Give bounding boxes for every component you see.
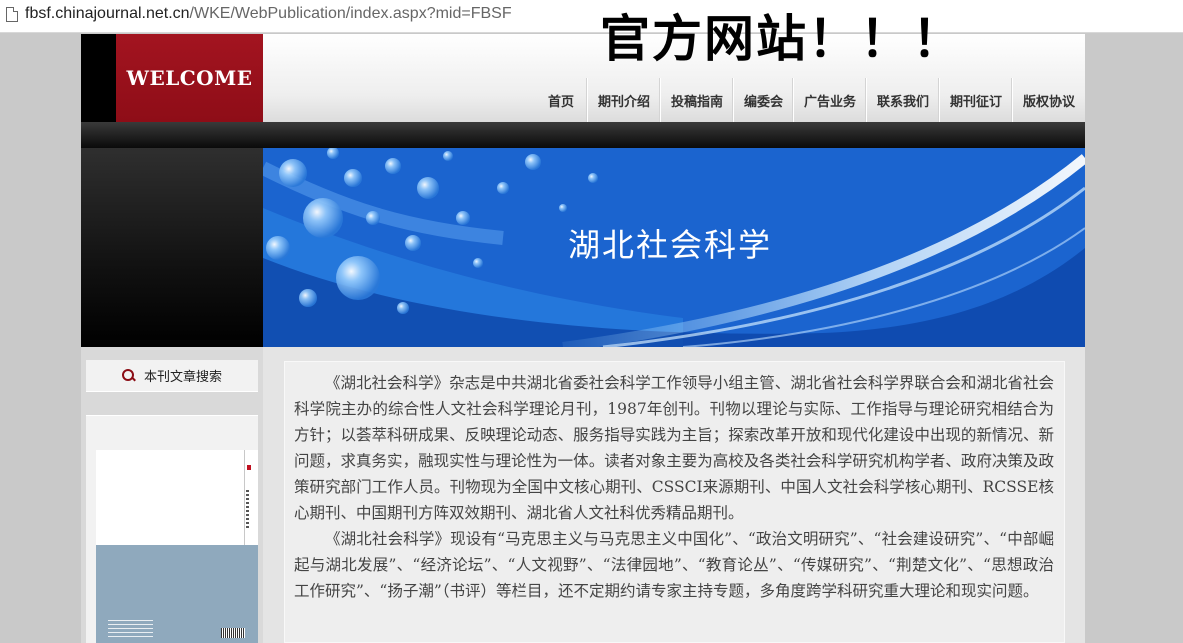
cover-vertical-text — [246, 490, 249, 530]
main-nav: 首页 期刊介绍 投稿指南 编委会 广告业务 联系我们 期刊征订 版权协议 — [535, 78, 1085, 122]
search-icon — [121, 368, 136, 383]
url-text[interactable]: fbsf.chinajournal.net.cn/WKE/WebPublicat… — [25, 5, 512, 23]
nav-journal-intro[interactable]: 期刊介绍 — [587, 78, 660, 122]
nav-editorial-board[interactable]: 编委会 — [733, 78, 793, 122]
nav-copyright[interactable]: 版权协议 — [1012, 78, 1085, 122]
journal-introduction: 《湖北社会科学》杂志是中共湖北省委社会科学工作领导小组主管、湖北省社会科学界联合… — [284, 361, 1065, 643]
hero-banner: 湖北社会科学 — [263, 148, 1085, 347]
official-site-caption: 官方网站！！！ — [600, 9, 964, 68]
nav-contact-us[interactable]: 联系我们 — [866, 78, 939, 122]
address-bar[interactable]: fbsf.chinajournal.net.cn/WKE/WebPublicat… — [0, 0, 1183, 33]
journal-cover-image[interactable] — [96, 450, 258, 643]
hero-left-panel — [81, 148, 263, 347]
journal-site: WELCOME 首页 期刊介绍 投稿指南 编委会 广告业务 联系我们 期刊征订 … — [81, 34, 1085, 643]
cover-small-print — [108, 620, 153, 638]
nav-home[interactable]: 首页 — [535, 78, 587, 122]
article-search-label: 本刊文章搜索 — [143, 370, 222, 385]
cover-barcode — [221, 628, 245, 638]
nav-subscription[interactable]: 期刊征订 — [939, 78, 1012, 122]
left-sidebar: 本刊文章搜索 — [81, 347, 263, 643]
logo-side-strip — [81, 34, 116, 122]
url-host: fbsf.chinajournal.net.cn — [25, 5, 190, 22]
page-icon — [6, 7, 18, 22]
logo-text: WELCOME — [126, 66, 253, 90]
columns-paragraph: 《湖北社会科学》现设有“马克思主义与马克思主义中国化”、“政治文明研究”、“社会… — [294, 530, 1054, 600]
header-divider-bar — [81, 122, 1085, 148]
url-path: /WKE/WebPublication/index.aspx?mid=FBSF — [189, 5, 512, 22]
nav-submission-guide[interactable]: 投稿指南 — [660, 78, 733, 122]
nav-advertising[interactable]: 广告业务 — [793, 78, 866, 122]
cover-red-mark — [247, 465, 251, 470]
intro-paragraph: 《湖北社会科学》杂志是中共湖北省委社会科学工作领导小组主管、湖北省社会科学界联合… — [294, 374, 1054, 522]
welcome-logo: WELCOME — [116, 34, 263, 122]
journal-title: 湖北社会科学 — [568, 226, 773, 264]
article-search-button[interactable]: 本刊文章搜索 — [86, 360, 258, 392]
